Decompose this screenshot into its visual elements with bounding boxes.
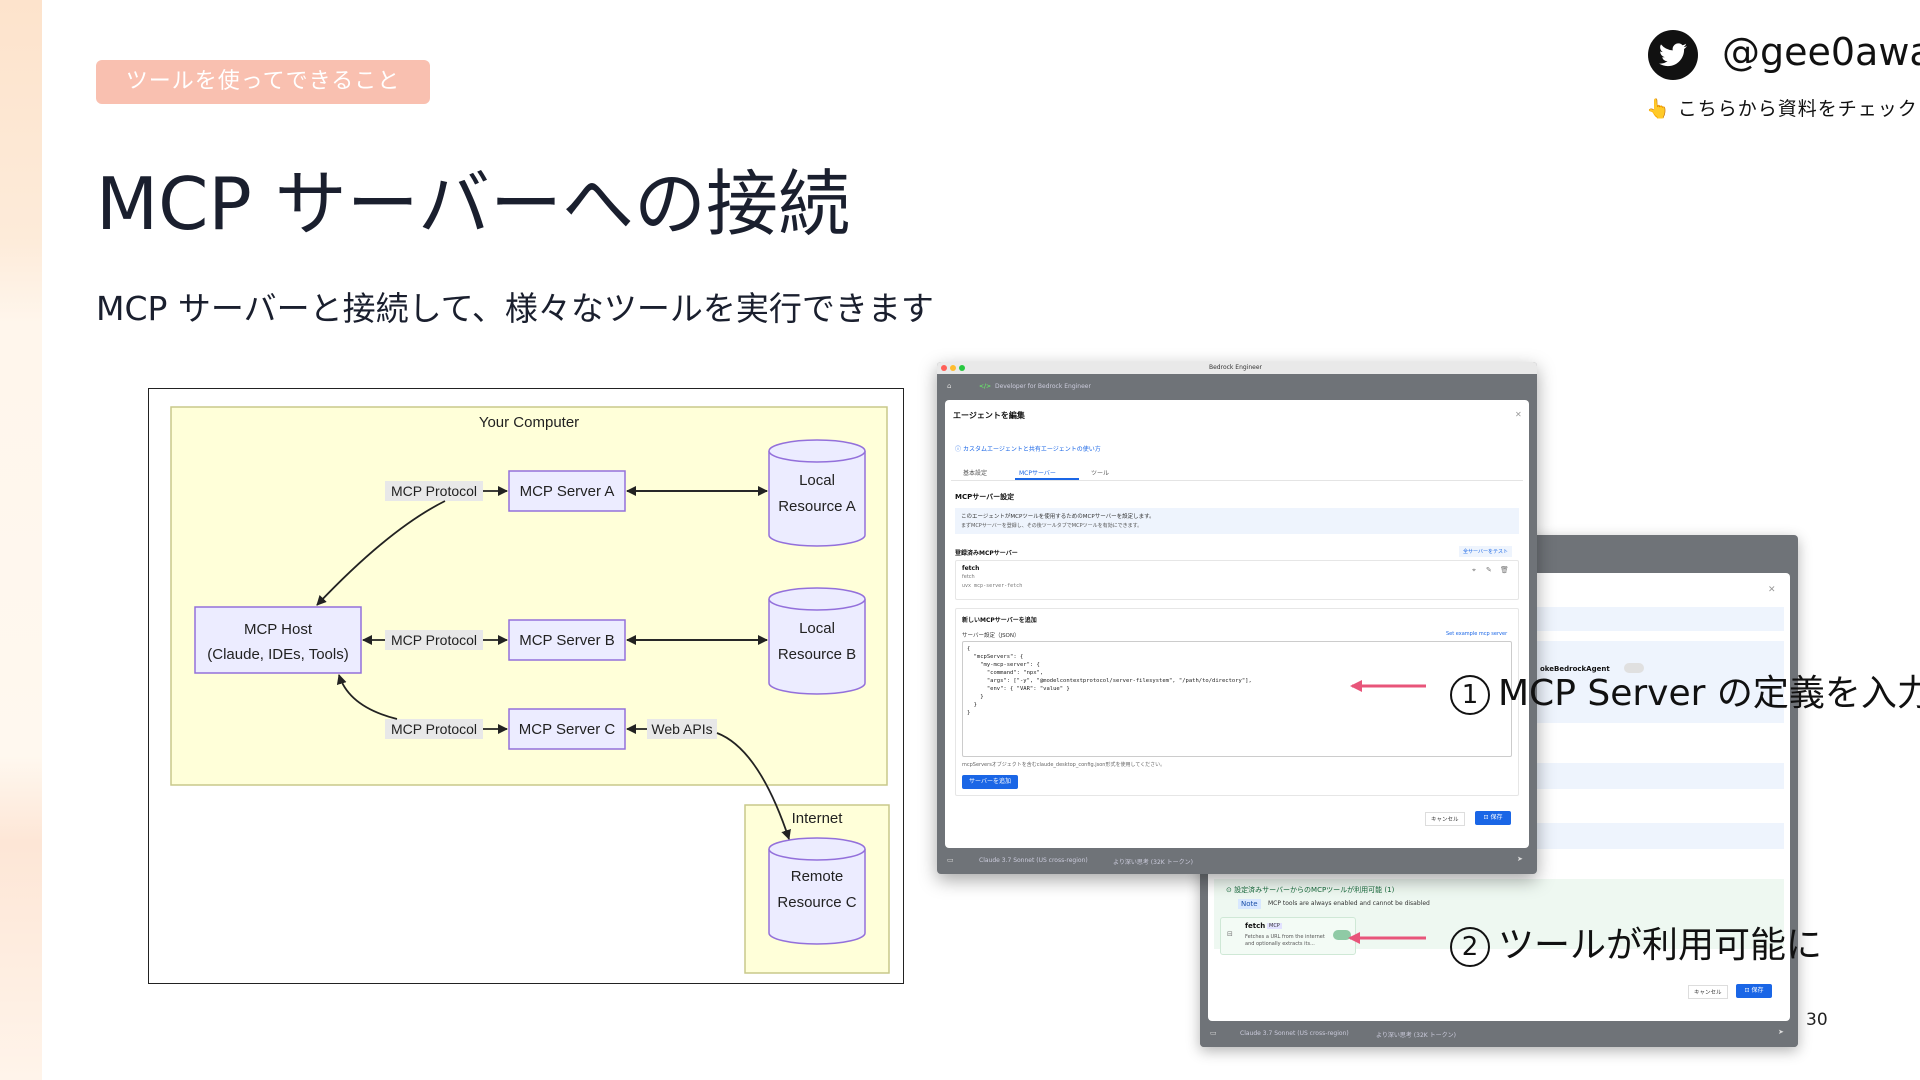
annotation-number-2: 2 (1450, 927, 1490, 967)
annotation-number-1: 1 (1450, 675, 1490, 715)
annotation-1: 1 MCP Server の定義を入力 (1450, 664, 1920, 716)
annotation-text-2: ツールが利用可能に (1498, 925, 1823, 966)
page-number: 30 (1806, 1010, 1828, 1030)
annotation-text-1: MCP Server の定義を入力 (1498, 673, 1920, 714)
annotation-2: 2 ツールが利用可能に (1450, 916, 1822, 968)
